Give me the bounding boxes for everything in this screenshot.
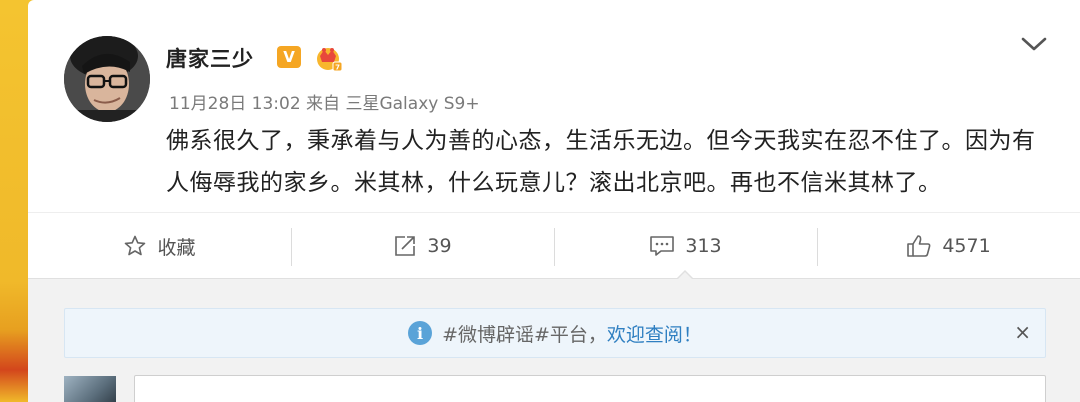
share-icon [395, 236, 416, 256]
svg-text:7: 7 [335, 64, 340, 72]
favorite-button[interactable]: 收藏 [28, 213, 291, 279]
crown-icon[interactable]: 7 [313, 44, 343, 72]
weibo-post-card: 唐家三少 V 7 11月28日 13:02 来自 三星Galaxy S9+ 佛系… [28, 0, 1080, 402]
favorite-label: 收藏 [157, 236, 196, 259]
close-icon[interactable]: × [1014, 321, 1031, 343]
repost-count: 39 [427, 235, 452, 257]
panel-caret-inner [678, 272, 692, 279]
action-bar: 收藏 39 313 4571 [28, 212, 1080, 279]
notice-text: #微博辟谣#平台， [442, 323, 607, 346]
post-meta: 11月28日 13:02 来自 三星Galaxy S9+ [169, 94, 480, 114]
like-button[interactable]: 4571 [817, 213, 1080, 279]
username[interactable]: 唐家三少 [166, 43, 254, 73]
chevron-down-icon[interactable] [1018, 32, 1050, 56]
repost-button[interactable]: 39 [291, 213, 554, 279]
post-content: 佛系很久了，秉承着与人为善的心态，生活乐无边。但今天我实在忍不住了。因为有人侮辱… [166, 128, 1036, 196]
info-icon: i [408, 321, 433, 345]
thumb-up-icon [907, 235, 931, 257]
comment-count: 313 [685, 235, 722, 257]
star-icon [125, 235, 146, 256]
background-decoration [0, 0, 30, 402]
rumor-notice-banner: i #微博辟谣#平台， 欢迎查阅！ × [64, 308, 1046, 358]
avatar[interactable] [64, 36, 150, 122]
comment-icon [650, 236, 675, 256]
like-count: 4571 [942, 235, 991, 257]
verified-badge-icon[interactable]: V [277, 46, 301, 68]
current-user-avatar[interactable] [64, 376, 116, 402]
comment-input[interactable] [134, 375, 1046, 402]
notice-link[interactable]: 欢迎查阅！ [607, 320, 702, 347]
